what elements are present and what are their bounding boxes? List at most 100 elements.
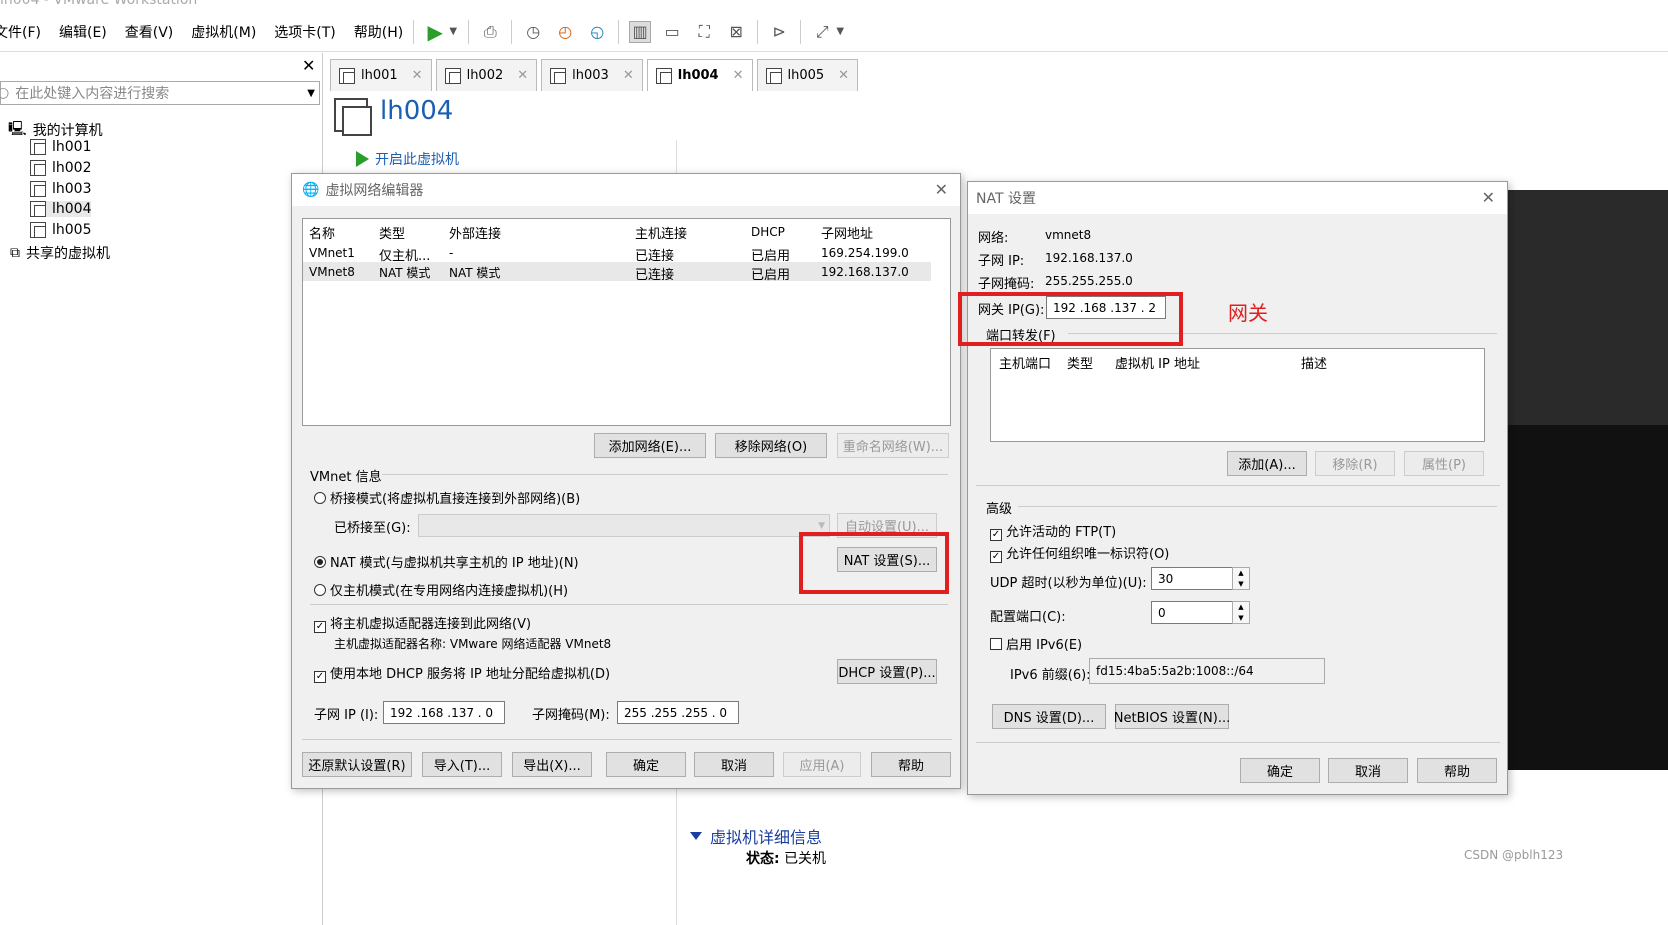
table-row[interactable]: VMnet1 仅主机... - 已连接 已启用 169.254.199.0 — [303, 243, 931, 264]
search-input[interactable]: ○ 在此处键入内容进行搜索 ▼ — [0, 81, 320, 105]
menu-edit[interactable]: 编辑(E) — [59, 22, 107, 42]
bridged-to-select[interactable]: ▼ — [418, 514, 830, 537]
close-icon[interactable]: ✕ — [412, 68, 423, 83]
close-icon[interactable]: ✕ — [302, 56, 315, 75]
dropdown-icon[interactable]: ▼ — [448, 21, 458, 43]
tree-vm-lh003[interactable]: lh003 — [30, 181, 91, 197]
subnet-ip-field[interactable]: 192 .168 .137 . 0 — [383, 701, 505, 724]
dialog-title-bar: 🌐 虚拟网络编辑器 — [292, 174, 960, 206]
close-icon[interactable]: ✕ — [838, 68, 849, 83]
column-header[interactable]: 描述 — [1301, 353, 1327, 372]
ok-button[interactable]: 确定 — [606, 752, 686, 777]
host-only-radio[interactable]: 仅主机模式(在专用网络内连接虚拟机)(H) — [314, 580, 568, 599]
thumbnail-view-icon[interactable]: ▭ — [661, 21, 683, 43]
column-header[interactable]: 名称 — [309, 223, 335, 242]
add-button[interactable]: 添加(A)... — [1227, 451, 1307, 476]
ok-button[interactable]: 确定 — [1240, 758, 1320, 783]
cancel-button[interactable]: 取消 — [1328, 758, 1408, 783]
column-header[interactable]: DHCP — [751, 225, 785, 239]
manage-snapshots-icon[interactable]: ◵ — [586, 21, 608, 43]
column-header[interactable]: 子网地址 — [821, 223, 873, 242]
menu-tabs[interactable]: 选项卡(T) — [274, 22, 335, 42]
table-row[interactable]: VMnet8 NAT 模式 NAT 模式 已连接 已启用 192.168.137… — [303, 262, 931, 283]
properties-button[interactable]: 属性(P) — [1404, 451, 1484, 476]
remove-button[interactable]: 移除(R) — [1315, 451, 1395, 476]
column-header[interactable]: 主机端口 — [999, 353, 1051, 372]
restore-defaults-button[interactable]: 还原默认设置(R) — [302, 752, 412, 777]
tab-lh002[interactable]: lh002 ✕ — [435, 59, 538, 91]
ipv6-prefix-field[interactable]: fd15:4ba5:5a2b:1008::/64 — [1089, 658, 1325, 684]
allow-oui-checkbox[interactable]: ✓ 允许任何组织唯一标识符(O) — [990, 543, 1169, 563]
tree-vm-lh004[interactable]: lh004 — [30, 201, 92, 217]
udp-timeout-field[interactable]: 30 — [1151, 567, 1233, 590]
nat-mode-radio[interactable]: NAT 模式(与虚拟机共享主机的 IP 地址)(N) — [314, 552, 579, 571]
allow-ftp-checkbox[interactable]: ✓ 允许活动的 FTP(T) — [990, 521, 1116, 541]
stretch-dropdown-icon[interactable]: ▼ — [835, 21, 845, 43]
group-divider — [976, 485, 1500, 486]
help-button[interactable]: 帮助 — [1417, 758, 1497, 783]
menu-view[interactable]: 查看(V) — [125, 22, 174, 42]
tree-vm-lh001[interactable]: lh001 — [30, 139, 91, 155]
stretch-icon[interactable]: ⤢ — [811, 21, 833, 43]
remove-network-button[interactable]: 移除网络(O) — [715, 433, 827, 458]
menu-file[interactable]: 文件(F) — [0, 22, 41, 42]
play-icon[interactable]: ▶ — [424, 20, 446, 44]
checkbox-label: 使用本地 DHCP 服务将 IP 地址分配给虚拟机(D) — [330, 667, 611, 682]
close-icon[interactable]: ✕ — [935, 180, 948, 199]
start-vm-link[interactable]: 开启此虚拟机 — [356, 149, 459, 169]
close-icon[interactable]: ✕ — [733, 68, 744, 83]
unity-icon[interactable]: ⊠ — [725, 21, 747, 43]
tree-vm-lh005[interactable]: lh005 — [30, 222, 91, 238]
use-dhcp-checkbox[interactable]: ✓ 使用本地 DHCP 服务将 IP 地址分配给虚拟机(D) — [314, 663, 610, 683]
import-button[interactable]: 导入(T)... — [422, 752, 502, 777]
udp-timeout-stepper[interactable]: ▲ ▼ — [1232, 567, 1250, 590]
menu-vm[interactable]: 虚拟机(M) — [191, 22, 256, 42]
apply-button[interactable]: 应用(A) — [783, 752, 861, 777]
bridge-mode-radio[interactable]: 桥接模式(将虚拟机直接连接到外部网络)(B) — [314, 488, 580, 507]
status-value: 已关机 — [784, 851, 827, 867]
vm-details-header[interactable]: 虚拟机详细信息 — [690, 824, 822, 848]
add-network-button[interactable]: 添加网络(E)... — [594, 433, 706, 458]
rename-network-button[interactable]: 重命名网络(W)... — [837, 433, 949, 458]
table-cell: 已连接 — [635, 268, 675, 283]
send-keys-icon[interactable]: ⎙ — [479, 21, 501, 43]
checkbox-label: 允许活动的 FTP(T) — [1006, 525, 1117, 540]
netbios-settings-button[interactable]: NetBIOS 设置(N)... — [1114, 704, 1230, 729]
shared-vm-icon: ⧉ — [10, 245, 20, 261]
column-header[interactable]: 虚拟机 IP 地址 — [1115, 353, 1200, 372]
config-port-field[interactable]: 0 — [1151, 601, 1233, 624]
column-header[interactable]: 主机连接 — [635, 223, 687, 242]
cancel-button[interactable]: 取消 — [694, 752, 774, 777]
port-forward-table[interactable]: 主机端口 类型 虚拟机 IP 地址 描述 — [990, 348, 1485, 442]
enable-ipv6-checkbox[interactable]: 启用 IPv6(E) — [990, 634, 1082, 653]
tab-lh005[interactable]: lh005 ✕ — [756, 59, 859, 91]
column-header[interactable]: 类型 — [379, 223, 405, 242]
fullscreen-icon[interactable]: ⛶ — [693, 21, 715, 43]
tab-lh001[interactable]: lh001 ✕ — [330, 59, 432, 91]
dns-settings-button[interactable]: DNS 设置(D)... — [992, 704, 1106, 729]
config-port-stepper[interactable]: ▲ ▼ — [1232, 601, 1250, 624]
export-button[interactable]: 导出(X)... — [512, 752, 592, 777]
tab-lh003[interactable]: lh003 ✕ — [541, 59, 643, 91]
close-icon[interactable]: ✕ — [623, 68, 634, 83]
help-button[interactable]: 帮助 — [871, 752, 951, 777]
ipv6-prefix-label: IPv6 前缀(6): — [1010, 668, 1091, 683]
revert-snapshot-icon[interactable]: ◴ — [554, 21, 576, 43]
console-icon[interactable]: ⊳ — [768, 21, 790, 43]
connect-adapter-checkbox[interactable]: ✓ 将主机虚拟适配器连接到此网络(V) — [314, 613, 531, 633]
menu-help[interactable]: 帮助(H) — [354, 22, 403, 42]
chevron-down-icon[interactable]: ▼ — [307, 88, 315, 99]
library-view-icon[interactable]: ▥ — [629, 20, 652, 43]
network-table[interactable]: 名称 类型 外部连接 主机连接 DHCP 子网地址 VMnet1 仅主机... … — [302, 218, 951, 426]
close-icon[interactable]: ✕ — [517, 68, 528, 83]
snapshot-icon[interactable]: ◷ — [522, 21, 544, 43]
dhcp-settings-button[interactable]: DHCP 设置(P)... — [837, 659, 937, 684]
tree-shared-vms[interactable]: ⧉ 共享的虚拟机 — [10, 243, 110, 263]
tab-lh004[interactable]: lh004 ✕ — [646, 59, 753, 91]
subnet-mask-field[interactable]: 255 .255 .255 . 0 — [617, 701, 739, 724]
column-header[interactable]: 类型 — [1067, 353, 1093, 372]
close-icon[interactable]: ✕ — [1482, 188, 1495, 207]
tree-vm-lh002[interactable]: lh002 — [30, 160, 91, 176]
dialog-title: 虚拟网络编辑器 — [325, 183, 424, 199]
column-header[interactable]: 外部连接 — [449, 223, 501, 242]
